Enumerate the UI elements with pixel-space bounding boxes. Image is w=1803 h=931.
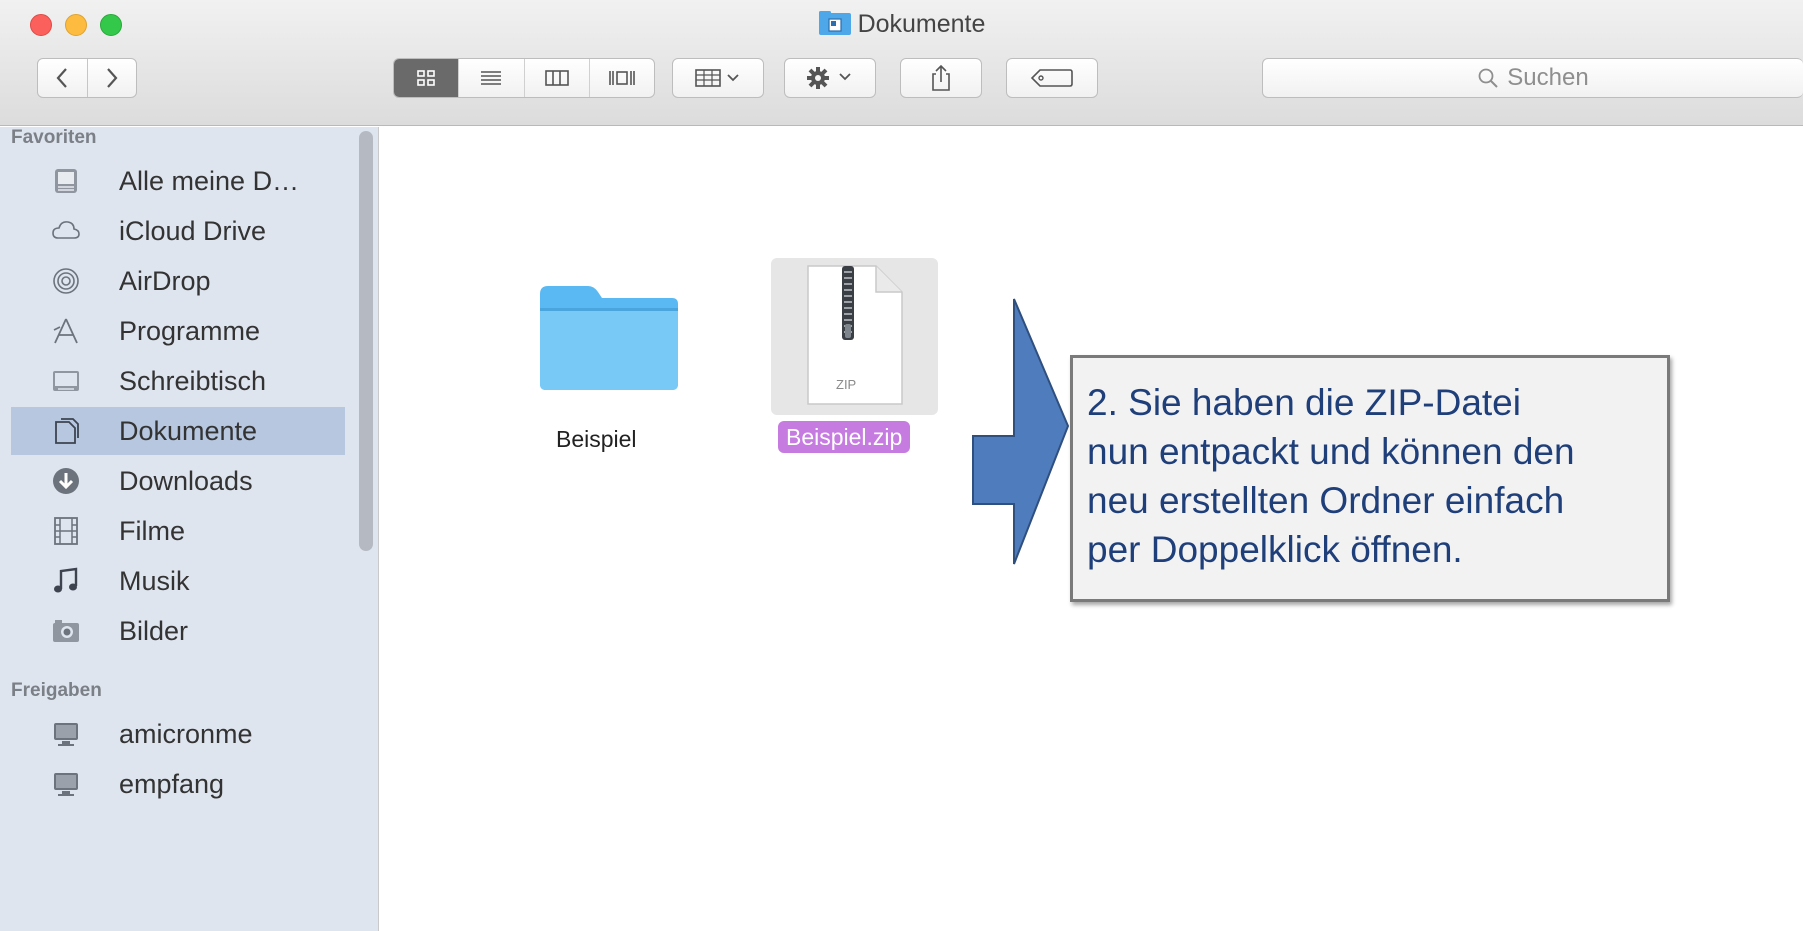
documents-icon bbox=[55, 418, 79, 444]
sidebar-item-amicronme[interactable]: amicronme bbox=[11, 710, 345, 758]
airdrop-icon bbox=[53, 268, 79, 294]
arrange-grid-icon bbox=[695, 69, 739, 87]
tags-button[interactable] bbox=[1006, 58, 1098, 98]
sidebar-item-label: amicronme bbox=[119, 718, 253, 749]
sidebar-item-icloud-drive[interactable]: iCloud Drive bbox=[11, 207, 345, 255]
sidebar-item-label: AirDrop bbox=[119, 265, 211, 296]
gear-icon bbox=[807, 67, 851, 89]
sidebar: Favoriten Alle meine D… iCloud Drive Air… bbox=[0, 127, 379, 931]
arrange-button[interactable] bbox=[672, 58, 764, 98]
sidebar-item-airdrop[interactable]: AirDrop bbox=[11, 257, 345, 305]
sidebar-item-downloads[interactable]: Downloads bbox=[11, 457, 345, 505]
music-icon bbox=[54, 567, 78, 593]
navigation-buttons bbox=[37, 58, 137, 98]
computer-icon bbox=[54, 773, 78, 796]
search-field[interactable]: Suchen bbox=[1262, 58, 1803, 98]
list-view-icon bbox=[481, 71, 502, 85]
sidebar-item-dokumente[interactable]: Dokumente bbox=[11, 407, 345, 455]
chevron-right-icon bbox=[107, 68, 118, 88]
list-view-button[interactable] bbox=[458, 59, 523, 97]
sidebar-item-musik[interactable]: Musik bbox=[11, 557, 345, 605]
sidebar-item-all-my-files[interactable]: Alle meine D… bbox=[11, 157, 345, 205]
all-files-icon bbox=[55, 169, 77, 193]
applications-icon bbox=[53, 318, 78, 344]
back-button[interactable] bbox=[38, 59, 87, 97]
sidebar-item-label: iCloud Drive bbox=[119, 215, 267, 246]
instruction-callout: 2. Sie haben die ZIP-Datei nun entpackt … bbox=[1070, 355, 1670, 602]
icon-view-icon bbox=[417, 70, 435, 86]
folder-name[interactable]: Beispiel bbox=[556, 426, 637, 453]
callout-line: neu erstellten Ordner einfach bbox=[1087, 480, 1565, 521]
sidebar-item-empfang[interactable]: empfang bbox=[11, 760, 345, 808]
sidebar-item-bilder[interactable]: Bilder bbox=[11, 607, 345, 655]
zip-badge-text: ZIP bbox=[836, 377, 857, 392]
share-icon bbox=[932, 64, 950, 91]
window-title: Dokumente bbox=[0, 10, 1803, 39]
sidebar-section-favorites: Favoriten bbox=[11, 127, 97, 148]
callout-line: 2. Sie haben die ZIP-Datei bbox=[1087, 382, 1521, 423]
forward-button[interactable] bbox=[86, 59, 136, 97]
share-button[interactable] bbox=[900, 58, 982, 98]
column-view-button[interactable] bbox=[523, 59, 589, 97]
sidebar-item-schreibtisch[interactable]: Schreibtisch bbox=[11, 357, 345, 405]
view-mode-selector bbox=[393, 58, 655, 98]
column-view-icon bbox=[544, 70, 569, 86]
callout-arrow bbox=[972, 298, 1070, 565]
sidebar-item-label: Bilder bbox=[119, 615, 189, 646]
sidebar-item-label: Filme bbox=[119, 515, 185, 546]
coverflow-view-icon bbox=[609, 71, 635, 85]
documents-folder-icon bbox=[818, 11, 851, 35]
sidebar-item-label: Schreibtisch bbox=[119, 365, 267, 396]
sidebar-item-label: Alle meine D… bbox=[119, 165, 300, 196]
cloud-icon bbox=[52, 221, 80, 239]
desktop-icon bbox=[53, 371, 79, 391]
computer-icon bbox=[54, 723, 78, 746]
sidebar-section-shared: Freigaben bbox=[11, 680, 102, 701]
window-toolbar: Dokumente Suchen bbox=[0, 0, 1803, 126]
sidebar-item-label: Downloads bbox=[119, 465, 253, 496]
window-title-text: Dokumente bbox=[857, 10, 986, 38]
action-menu-button[interactable] bbox=[784, 58, 876, 98]
sidebar-item-label: Programme bbox=[119, 315, 261, 346]
tag-icon bbox=[1030, 69, 1073, 87]
sidebar-item-label: Musik bbox=[119, 565, 190, 596]
sidebar-item-label: Dokumente bbox=[119, 415, 258, 446]
icon-view-button[interactable] bbox=[394, 59, 459, 97]
sidebar-item-filme[interactable]: Filme bbox=[11, 507, 345, 555]
sidebar-scrollbar[interactable] bbox=[359, 131, 373, 551]
callout-line: per Doppelklick öffnen. bbox=[1087, 529, 1463, 570]
coverflow-view-button[interactable] bbox=[588, 59, 654, 97]
folder-icon[interactable] bbox=[536, 280, 682, 392]
sidebar-item-label: empfang bbox=[119, 768, 225, 799]
pictures-icon bbox=[53, 620, 79, 642]
search-placeholder: Suchen bbox=[1507, 64, 1589, 91]
zip-file-name[interactable]: Beispiel.zip bbox=[778, 421, 911, 453]
downloads-icon bbox=[53, 468, 79, 494]
search-icon bbox=[1478, 68, 1499, 88]
movies-icon bbox=[54, 517, 78, 545]
sidebar-item-programme[interactable]: Programme bbox=[11, 307, 345, 355]
chevron-left-icon bbox=[57, 68, 68, 88]
callout-line: nun entpackt und können den bbox=[1087, 431, 1575, 472]
